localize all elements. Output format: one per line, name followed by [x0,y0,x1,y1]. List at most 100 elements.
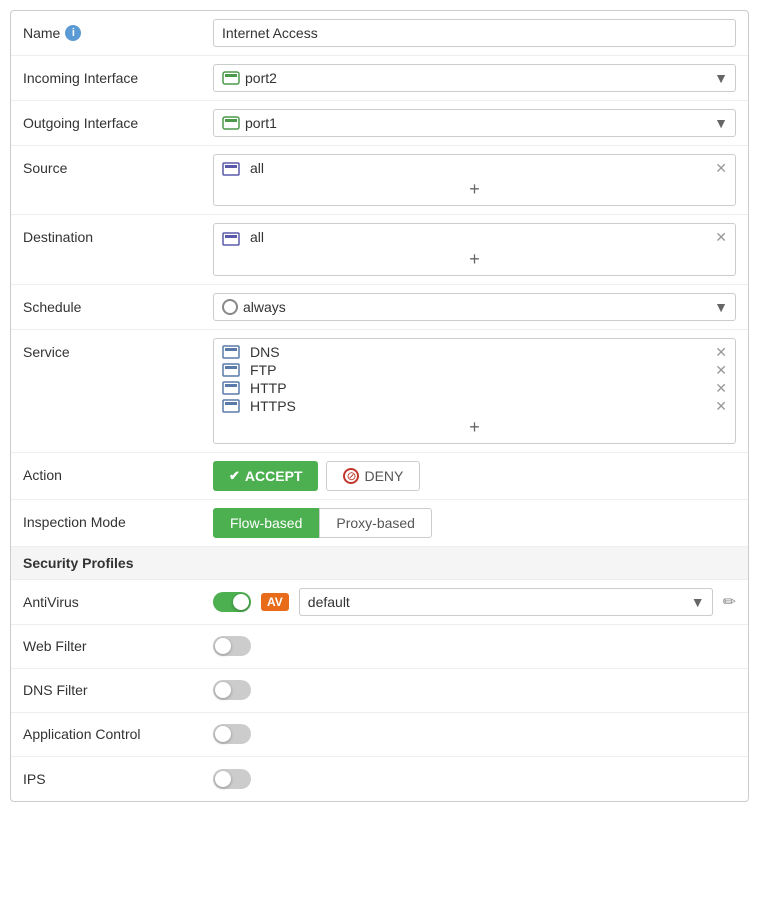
destination-tag-item-0: all [222,229,715,245]
source-remove-0[interactable]: ✕ [715,161,727,175]
outgoing-label-text: Outgoing Interface [23,115,138,131]
antivirus-toggle[interactable] [213,592,251,612]
appcontrol-label: Application Control [23,726,213,742]
ips-label-text: IPS [23,771,46,787]
incoming-interface-row: Incoming Interface port2 ▼ [11,56,748,101]
proxy-based-label: Proxy-based [336,515,415,531]
antivirus-edit-icon[interactable]: ✏ [723,592,736,612]
accept-button[interactable]: ✔ ACCEPT [213,461,318,491]
incoming-value-text: port2 [245,70,277,86]
inspection-label-text: Inspection Mode [23,514,126,530]
destination-net-icon [222,232,240,246]
outgoing-interface-select-wrapper[interactable]: port1 ▼ [213,109,736,137]
antivirus-label: AntiVirus [23,594,213,610]
deny-circle-icon: ⊘ [343,468,359,484]
webfilter-toggle-thumb [215,638,231,654]
webfilter-label: Web Filter [23,638,213,654]
service-icon-http [222,381,240,395]
webfilter-row: Web Filter [11,625,748,669]
accept-label: ACCEPT [245,468,303,484]
service-remove-http[interactable]: ✕ [715,381,727,395]
service-tag-item-https: HTTPS [222,398,715,414]
dnsfilter-toggle[interactable] [213,680,251,700]
dnsfilter-row: DNS Filter [11,669,748,713]
destination-row: Destination all ✕ + [11,215,748,284]
destination-label-text: Destination [23,229,93,245]
source-tag-label-0: all [250,160,264,176]
service-remove-ftp[interactable]: ✕ [715,363,727,377]
service-control: DNS ✕ FTP ✕ [213,338,736,444]
av-select[interactable]: default [299,588,713,616]
inspection-mode-row: Inspection Mode Flow-based Proxy-based [11,500,748,547]
port-icon [222,71,240,85]
outgoing-interface-row: Outgoing Interface port1 ▼ [11,101,748,146]
proxy-based-button[interactable]: Proxy-based [319,508,432,538]
service-tag-row-0: DNS ✕ [222,344,727,360]
av-badge: AV [261,593,289,611]
dnsfilter-control [213,680,736,700]
service-ftp-label: FTP [250,362,276,378]
service-https-label: HTTPS [250,398,296,414]
ips-label: IPS [23,771,213,787]
incoming-interface-select-wrapper[interactable]: port2 ▼ [213,64,736,92]
schedule-select[interactable]: always [213,293,736,321]
incoming-interface-select[interactable]: port2 [213,64,736,92]
source-row: Source all ✕ + [11,146,748,215]
outgoing-value-text: port1 [245,115,277,131]
action-control: ✔ ACCEPT ⊘ DENY [213,461,736,491]
dnsfilter-label-text: DNS Filter [23,682,88,698]
destination-add-btn[interactable]: + [222,248,727,270]
webfilter-toggle[interactable] [213,636,251,656]
source-tag-box: all ✕ + [213,154,736,206]
ips-control [213,769,736,789]
service-remove-https[interactable]: ✕ [715,399,727,413]
inspection-mode-group: Flow-based Proxy-based [213,508,736,538]
schedule-row: Schedule always ▼ [11,285,748,330]
security-header-text: Security Profiles [23,555,134,571]
service-remove-dns[interactable]: ✕ [715,345,727,359]
flow-based-button[interactable]: Flow-based [213,508,319,538]
dnsfilter-toggle-thumb [215,682,231,698]
av-select-wrapper[interactable]: default default ▼ [299,588,713,616]
appcontrol-toggle[interactable] [213,724,251,744]
name-control [213,19,736,47]
service-tag-item-http: HTTP [222,380,715,396]
destination-control: all ✕ + [213,223,736,275]
destination-tag-box: all ✕ + [213,223,736,275]
port-icon-out [222,116,240,130]
service-icon-https [222,399,240,413]
outgoing-interface-select[interactable]: port1 [213,109,736,137]
incoming-interface-control: port2 ▼ [213,64,736,92]
source-add-btn[interactable]: + [222,178,727,200]
service-tag-row-3: HTTPS ✕ [222,398,727,414]
service-add-btn[interactable]: + [222,416,727,438]
source-icon [222,160,244,176]
deny-button[interactable]: ⊘ DENY [326,461,420,491]
name-input[interactable] [213,19,736,47]
ips-row: IPS [11,757,748,801]
appcontrol-toggle-thumb [215,726,231,742]
info-icon[interactable]: i [65,25,81,41]
schedule-select-wrapper[interactable]: always ▼ [213,293,736,321]
service-tag-row-2: HTTP ✕ [222,380,727,396]
service-tag-item-dns: DNS [222,344,715,360]
name-label-text: Name [23,25,60,41]
schedule-control: always ▼ [213,293,736,321]
appcontrol-control [213,724,736,744]
destination-tag-row-0: all ✕ [222,229,727,245]
antivirus-label-text: AntiVirus [23,594,79,610]
source-net-icon [222,162,240,176]
schedule-label: Schedule [23,293,213,315]
source-label-text: Source [23,160,67,176]
source-label: Source [23,154,213,176]
destination-remove-0[interactable]: ✕ [715,230,727,244]
incoming-interface-label: Incoming Interface [23,64,213,86]
service-label-text: Service [23,344,70,360]
action-label: Action [23,461,213,483]
ips-toggle[interactable] [213,769,251,789]
schedule-value-text: always [243,299,286,315]
destination-tag-label-0: all [250,229,264,245]
name-label: Name i [23,19,213,41]
appcontrol-label-text: Application Control [23,726,141,742]
service-row: Service DNS ✕ [11,330,748,453]
